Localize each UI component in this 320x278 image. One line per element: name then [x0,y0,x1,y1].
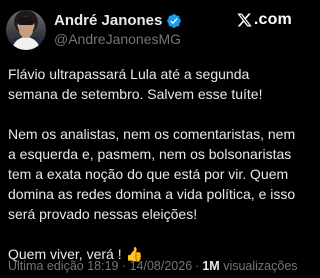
author-name-row: André Janones [54,12,182,29]
author-handle[interactable]: @AndreJanonesMG [54,31,181,47]
tweet-text: Flávio ultrapassará Lula até a segunda s… [8,64,296,264]
meta-separator: · [195,259,200,273]
avatar[interactable] [6,10,46,50]
edited-timestamp[interactable]: Última edição 18:19 · 14/08/2026 [8,259,192,273]
brand-suffix: .com [253,11,292,28]
views-count: 1M [202,259,220,273]
author-display-name[interactable]: André Janones [54,12,162,29]
verified-badge-icon [167,13,182,28]
tweet-meta: Última edição 18:19 · 14/08/2026 · 1M visu… [8,259,298,273]
views-label: visualizações [223,259,298,273]
x-brand-logo: .com [236,11,292,29]
tweet-paragraph: Nem os analistas, nem os comentaristas, … [8,126,296,222]
avatar-hair [18,17,34,25]
x-logo-icon [237,13,252,27]
tweet-paragraph: Flávio ultrapassará Lula até a segunda s… [8,66,263,102]
